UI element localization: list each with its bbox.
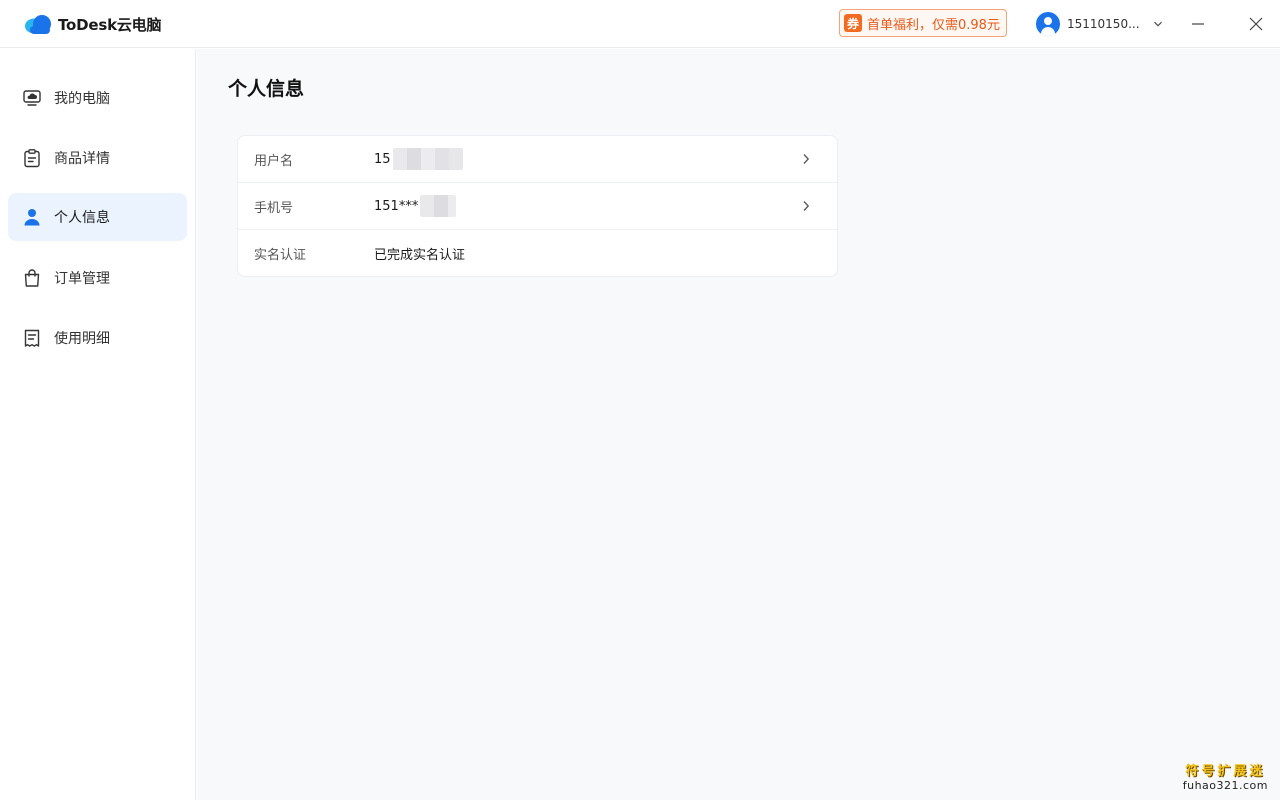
- title-bar: ToDesk云电脑 券 首单福利，仅需0.98元 15110150...: [0, 0, 1280, 48]
- redaction-mosaic: [392, 148, 463, 170]
- phone-label: 手机号: [254, 200, 294, 216]
- main-content: 个人信息 用户名 15 手机号 151*** 实名认证 已完成实名认证: [197, 49, 1280, 800]
- sidebar-item-label: 订单管理: [54, 271, 110, 287]
- app-logo: ToDesk云电脑: [24, 13, 161, 35]
- redaction-mosaic: [420, 195, 457, 217]
- account-menu[interactable]: 15110150...: [1036, 11, 1163, 37]
- sidebar-item-label: 使用明细: [54, 331, 110, 347]
- sidebar-item-product-details[interactable]: 商品详情: [8, 134, 187, 182]
- watermark-title: 符号扩展迷: [1185, 764, 1266, 779]
- sidebar-item-label: 商品详情: [54, 151, 110, 167]
- receipt-icon: [24, 329, 40, 347]
- sidebar-item-label: 我的电脑: [54, 91, 110, 107]
- promo-banner[interactable]: 券 首单福利，仅需0.98元: [839, 9, 1007, 37]
- minimize-button[interactable]: [1186, 12, 1210, 36]
- phone-value: 151***: [374, 195, 457, 217]
- username-row[interactable]: 用户名 15: [238, 136, 837, 183]
- chevron-right-icon: [803, 201, 810, 211]
- username-text: 15: [374, 151, 391, 167]
- verification-status: 已完成实名认证: [374, 247, 466, 263]
- minimize-icon: [1192, 23, 1204, 25]
- verification-label: 实名认证: [254, 247, 307, 263]
- user-icon: [24, 209, 40, 226]
- watermark: 符号扩展迷 fuhao321.com: [1183, 760, 1268, 792]
- real-name-verification-row: 实名认证 已完成实名认证: [238, 230, 837, 276]
- shopping-bag-icon: [24, 269, 40, 287]
- watermark-url: fuhao321.com: [1182, 779, 1268, 792]
- sidebar-item-personal-info[interactable]: 个人信息: [8, 193, 187, 241]
- cloud-logo-icon: [25, 15, 51, 34]
- avatar: [1036, 12, 1060, 36]
- sidebar: 我的电脑 商品详情 个人信息 订单管理 使用明细: [0, 49, 196, 800]
- username-label: 用户名: [254, 153, 294, 169]
- sidebar-item-orders[interactable]: 订单管理: [8, 254, 187, 302]
- personal-info-card: 用户名 15 手机号 151*** 实名认证 已完成实名认证: [237, 135, 838, 277]
- phone-row[interactable]: 手机号 151***: [238, 183, 837, 230]
- close-icon: [1249, 17, 1263, 31]
- monitor-cloud-icon: [23, 90, 41, 106]
- app-title: ToDesk云电脑: [58, 15, 162, 34]
- close-button[interactable]: [1244, 12, 1268, 36]
- page-title: 个人信息: [228, 78, 305, 100]
- chevron-down-icon: [1153, 21, 1162, 27]
- sidebar-item-my-computer[interactable]: 我的电脑: [8, 74, 187, 122]
- phone-text: 151***: [374, 198, 419, 214]
- promo-text: 首单福利，仅需0.98元: [867, 17, 1000, 33]
- clipboard-icon: [24, 149, 40, 168]
- sidebar-item-usage-details[interactable]: 使用明细: [8, 314, 187, 362]
- chevron-right-icon: [803, 154, 810, 164]
- sidebar-item-label: 个人信息: [54, 210, 110, 226]
- username-value: 15: [374, 148, 463, 170]
- account-name: 15110150...: [1067, 17, 1140, 31]
- coupon-icon: 券: [844, 14, 862, 32]
